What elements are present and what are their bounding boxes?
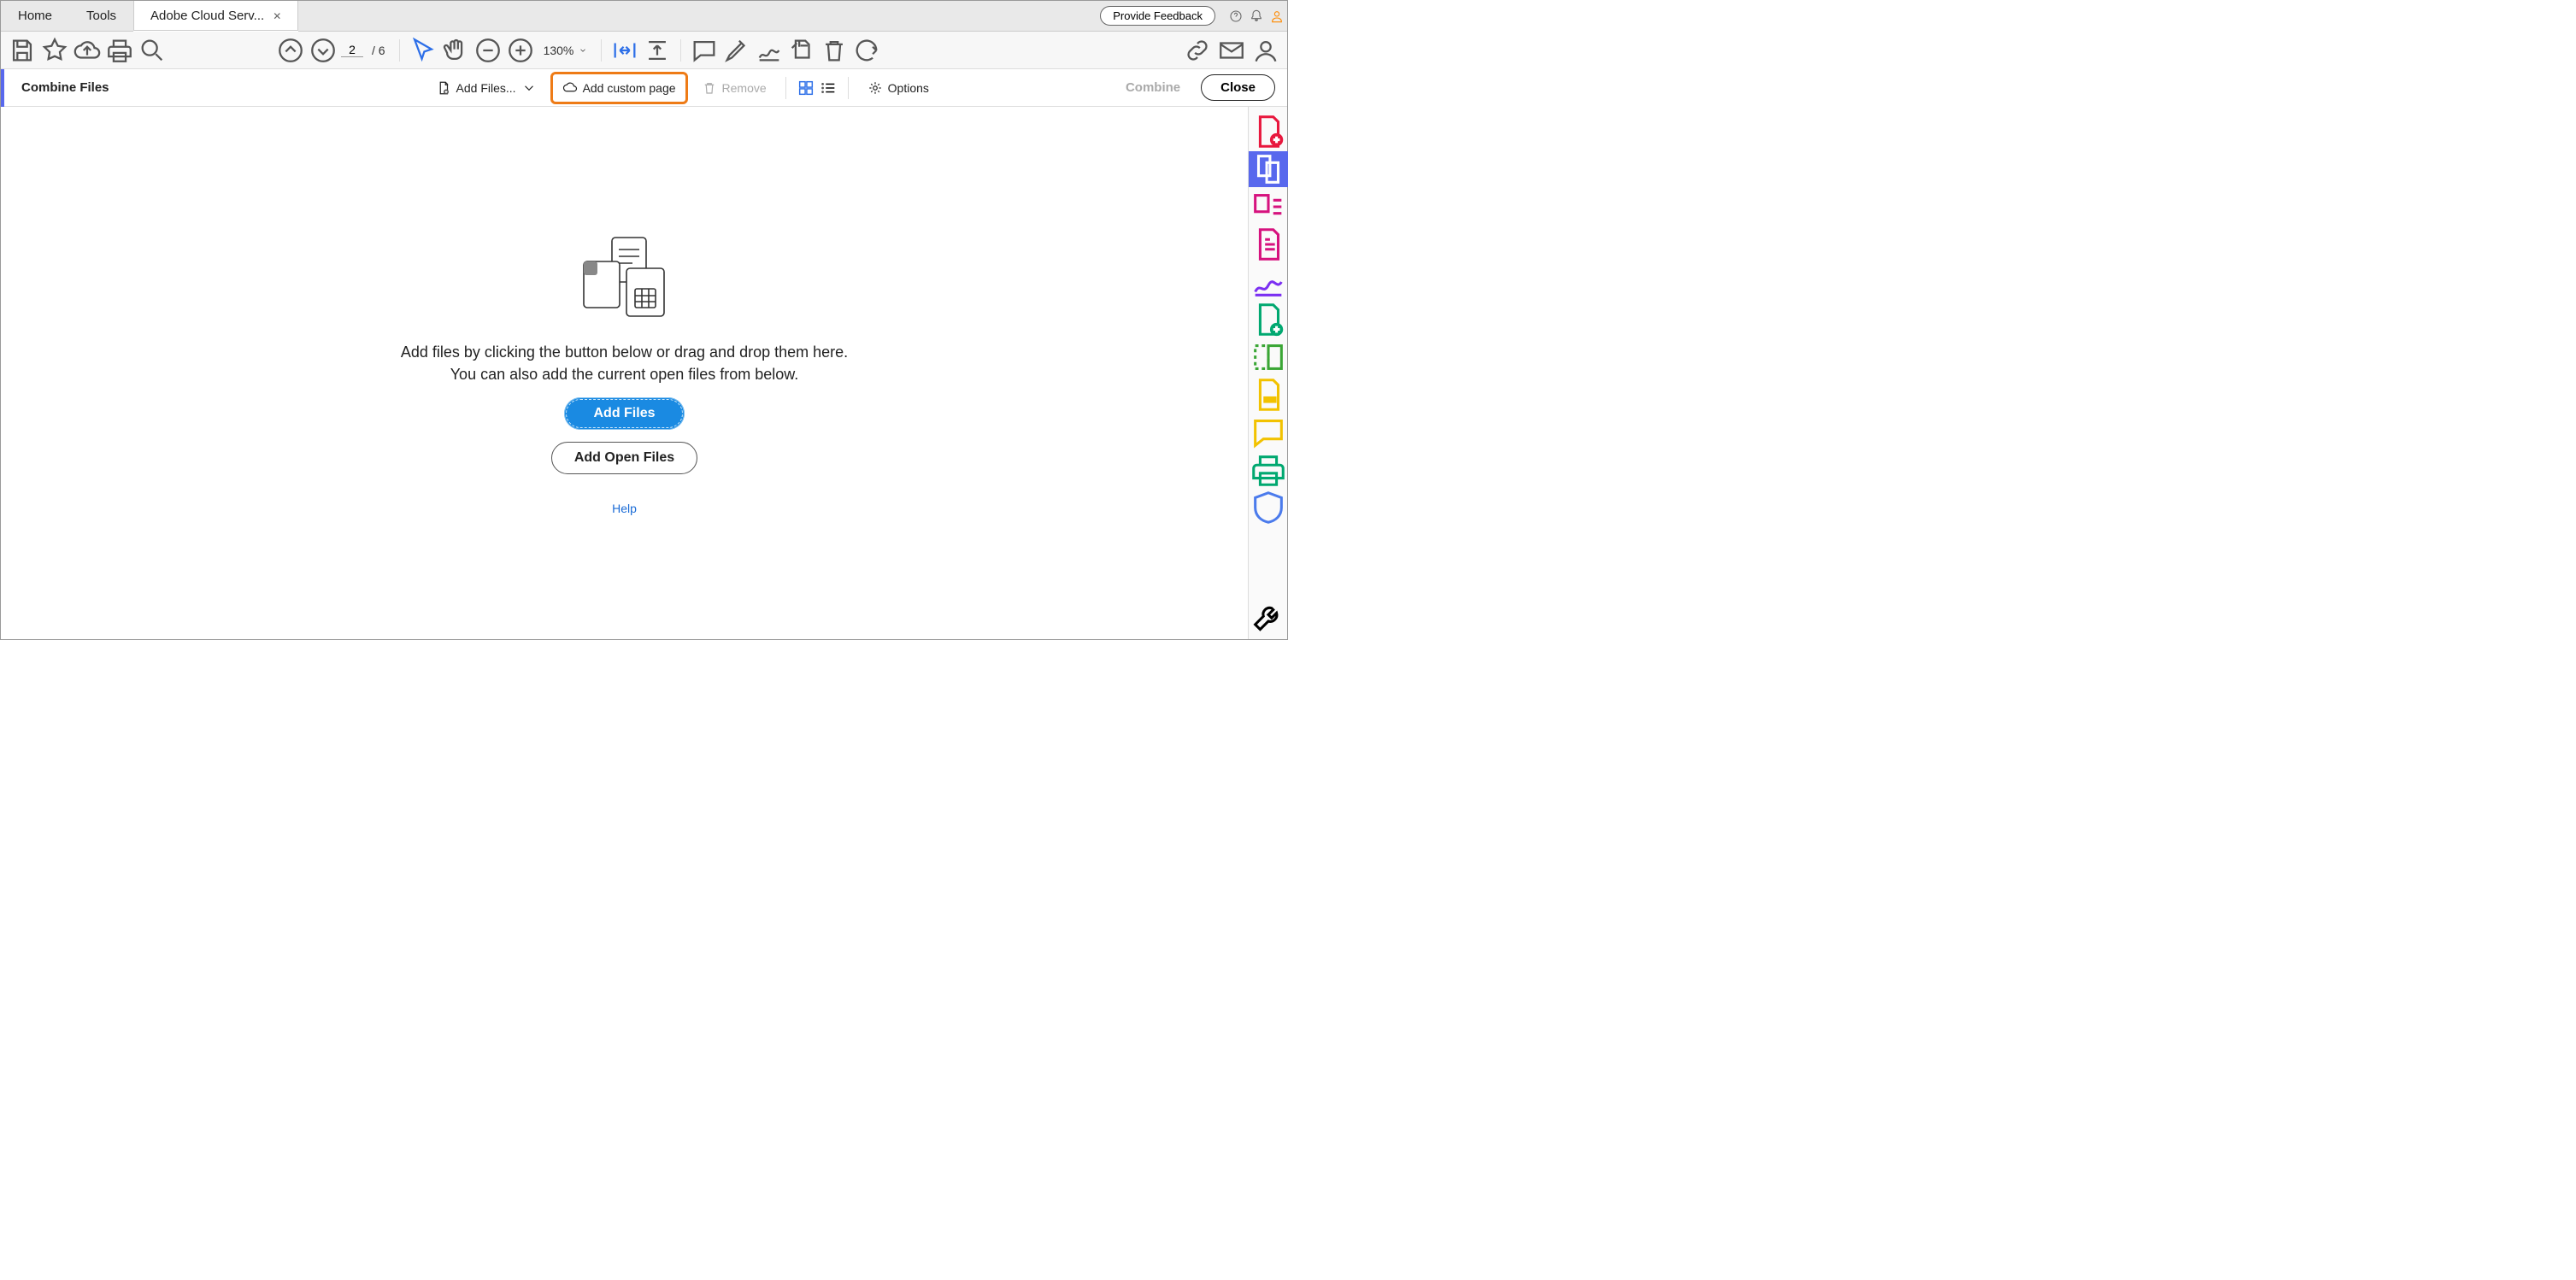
main-toolbar: / 6 130% [1,32,1287,69]
instruction-text: Add files by clicking the button below o… [401,341,848,385]
instruction-line1: Add files by clicking the button below o… [401,341,848,363]
rail-edit-icon[interactable] [1249,302,1288,338]
rail-comment-icon[interactable] [1249,414,1288,450]
profile-icon[interactable] [1267,1,1287,31]
zoom-out-icon[interactable] [473,36,503,65]
tab-label: Tools [86,9,116,23]
rail-combine-icon[interactable] [1249,151,1288,187]
close-icon[interactable]: ✕ [273,10,281,22]
tab-label: Adobe Cloud Serv... [150,9,264,23]
help-icon[interactable] [1226,1,1246,31]
remove-button: Remove [693,75,775,101]
add-files-button[interactable]: Add Files [564,397,684,430]
zoom-value: 130% [544,44,574,57]
bell-icon[interactable] [1246,1,1267,31]
rail-organize-icon[interactable] [1249,189,1288,225]
accent-bar [1,69,4,107]
fit-page-icon[interactable] [643,36,672,65]
list-view-icon[interactable] [819,79,838,97]
zoom-select[interactable]: 130% [538,44,593,57]
stamp-icon[interactable] [787,36,816,65]
content-wrap: Add files by clicking the button below o… [1,107,1287,639]
add-open-files-button[interactable]: Add Open Files [551,442,697,474]
rail-print-icon[interactable] [1249,452,1288,488]
illustration-icon [565,231,685,329]
star-icon[interactable] [40,36,69,65]
rail-protect-icon[interactable] [1249,490,1288,526]
page-down-icon[interactable] [309,36,338,65]
combine-toolbar: Combine Files Add Files... Add custom pa… [1,69,1287,107]
sign-icon[interactable] [755,36,784,65]
grid-view-icon[interactable] [797,79,815,97]
page-up-icon[interactable] [276,36,305,65]
tool-rail [1248,107,1287,639]
selection-tool-icon[interactable] [409,36,438,65]
combine-title: Combine Files [21,80,109,95]
rail-redact-icon[interactable] [1249,377,1288,413]
rotate-icon[interactable] [852,36,881,65]
print-icon[interactable] [105,36,134,65]
search-icon[interactable] [138,36,167,65]
mail-icon[interactable] [1217,36,1246,65]
add-custom-page-label: Add custom page [583,81,676,95]
hand-tool-icon[interactable] [441,36,470,65]
zoom-in-icon[interactable] [506,36,535,65]
help-link[interactable]: Help [612,502,637,515]
tab-home[interactable]: Home [1,1,69,31]
add-custom-page-button[interactable]: Add custom page [550,72,688,104]
instruction-line2: You can also add the current open files … [401,363,848,385]
save-icon[interactable] [8,36,37,65]
tab-tools[interactable]: Tools [69,1,133,31]
trash-icon[interactable] [820,36,849,65]
fit-width-icon[interactable] [610,36,639,65]
rail-more-tools-icon[interactable] [1249,603,1288,639]
options-button[interactable]: Options [859,75,938,101]
tab-label: Home [18,9,52,23]
highlight-icon[interactable] [722,36,751,65]
rail-create-pdf-icon[interactable] [1249,114,1288,150]
rail-sign-icon[interactable] [1249,264,1288,300]
provide-feedback-button[interactable]: Provide Feedback [1100,6,1215,26]
comment-icon[interactable] [690,36,719,65]
canvas-dropzone[interactable]: Add files by clicking the button below o… [1,107,1248,639]
remove-label: Remove [722,81,767,95]
add-files-dropdown[interactable]: Add Files... [427,75,545,101]
combine-button: Combine [1110,75,1196,100]
account-icon[interactable] [1251,36,1280,65]
options-label: Options [888,81,929,95]
page-count: / 6 [367,44,391,57]
close-button[interactable]: Close [1201,74,1275,101]
add-files-label: Add Files... [456,81,516,95]
rail-compare-icon[interactable] [1249,339,1288,375]
tab-document[interactable]: Adobe Cloud Serv... ✕ [133,1,298,32]
page-number-input[interactable] [341,43,363,57]
link-icon[interactable] [1183,36,1212,65]
cloud-upload-icon[interactable] [73,36,102,65]
tabstrip: Home Tools Adobe Cloud Serv... ✕ Provide… [1,1,1287,32]
rail-export-icon[interactable] [1249,226,1288,262]
